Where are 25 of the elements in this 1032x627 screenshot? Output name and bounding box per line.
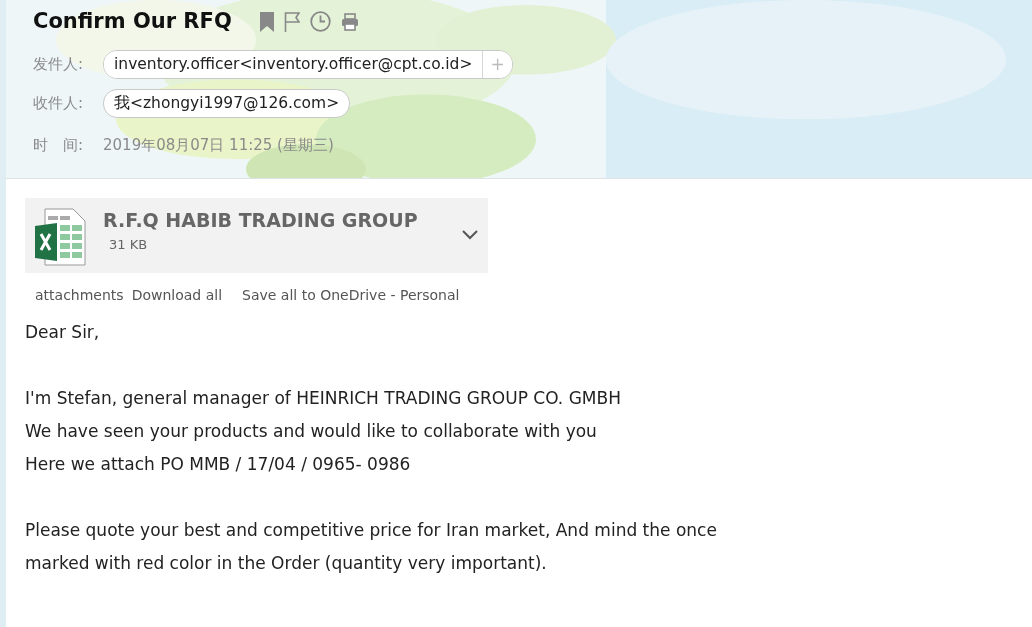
chevron-down-icon[interactable]	[462, 230, 478, 240]
file-size: 31 KB	[109, 235, 149, 254]
attachments-label: attachments	[35, 286, 124, 305]
body-text-line: marked with red color in the Order (quantity very important).	[25, 552, 548, 575]
spreadsheet-icon	[35, 208, 87, 266]
body-text-line: Here we attach PO MMB / 17/04 / 0965- 0986	[25, 453, 412, 476]
field-label: 收件人:	[33, 93, 85, 115]
clock-icon[interactable]	[309, 11, 331, 33]
attachment-card[interactable]: R.F.Q HABIB TRADING GROUP 31 KB	[25, 198, 488, 273]
attachment-link[interactable]: Save all to OneDrive - Personal	[242, 285, 460, 306]
address-chip[interactable]: inventory.officer<inventory.officer@cpt.co.id> +	[103, 49, 513, 79]
attachment-name: R.F.Q HABIB TRADING GROUP	[103, 208, 419, 233]
attachment-link[interactable]: Download all	[131, 285, 223, 306]
email-subject: Confirm Our RFQ	[33, 8, 232, 35]
bookmark-icon[interactable]	[259, 11, 274, 32]
body-text-line: Dear Sir,	[25, 321, 101, 344]
body-text-line: I'm Stefan, general manager of HEINRICH TRADING GROUP CO. GMBH	[25, 387, 622, 410]
sent-time: 2019年08月07日 11:25 (星期三)	[103, 135, 334, 156]
print-icon[interactable]	[340, 12, 359, 31]
flag-icon[interactable]	[283, 11, 300, 32]
address-chip[interactable]: 我<zhongyi1997@126.com>	[103, 88, 351, 118]
body-text-line: We have seen your products and would like to collaborate with you	[25, 420, 598, 443]
field-label: 发件人:	[33, 53, 85, 75]
body-text-line: Please quote your best and competitive price for Iran market, And mind the once	[25, 519, 718, 542]
field-label: 时 间:	[33, 135, 85, 156]
